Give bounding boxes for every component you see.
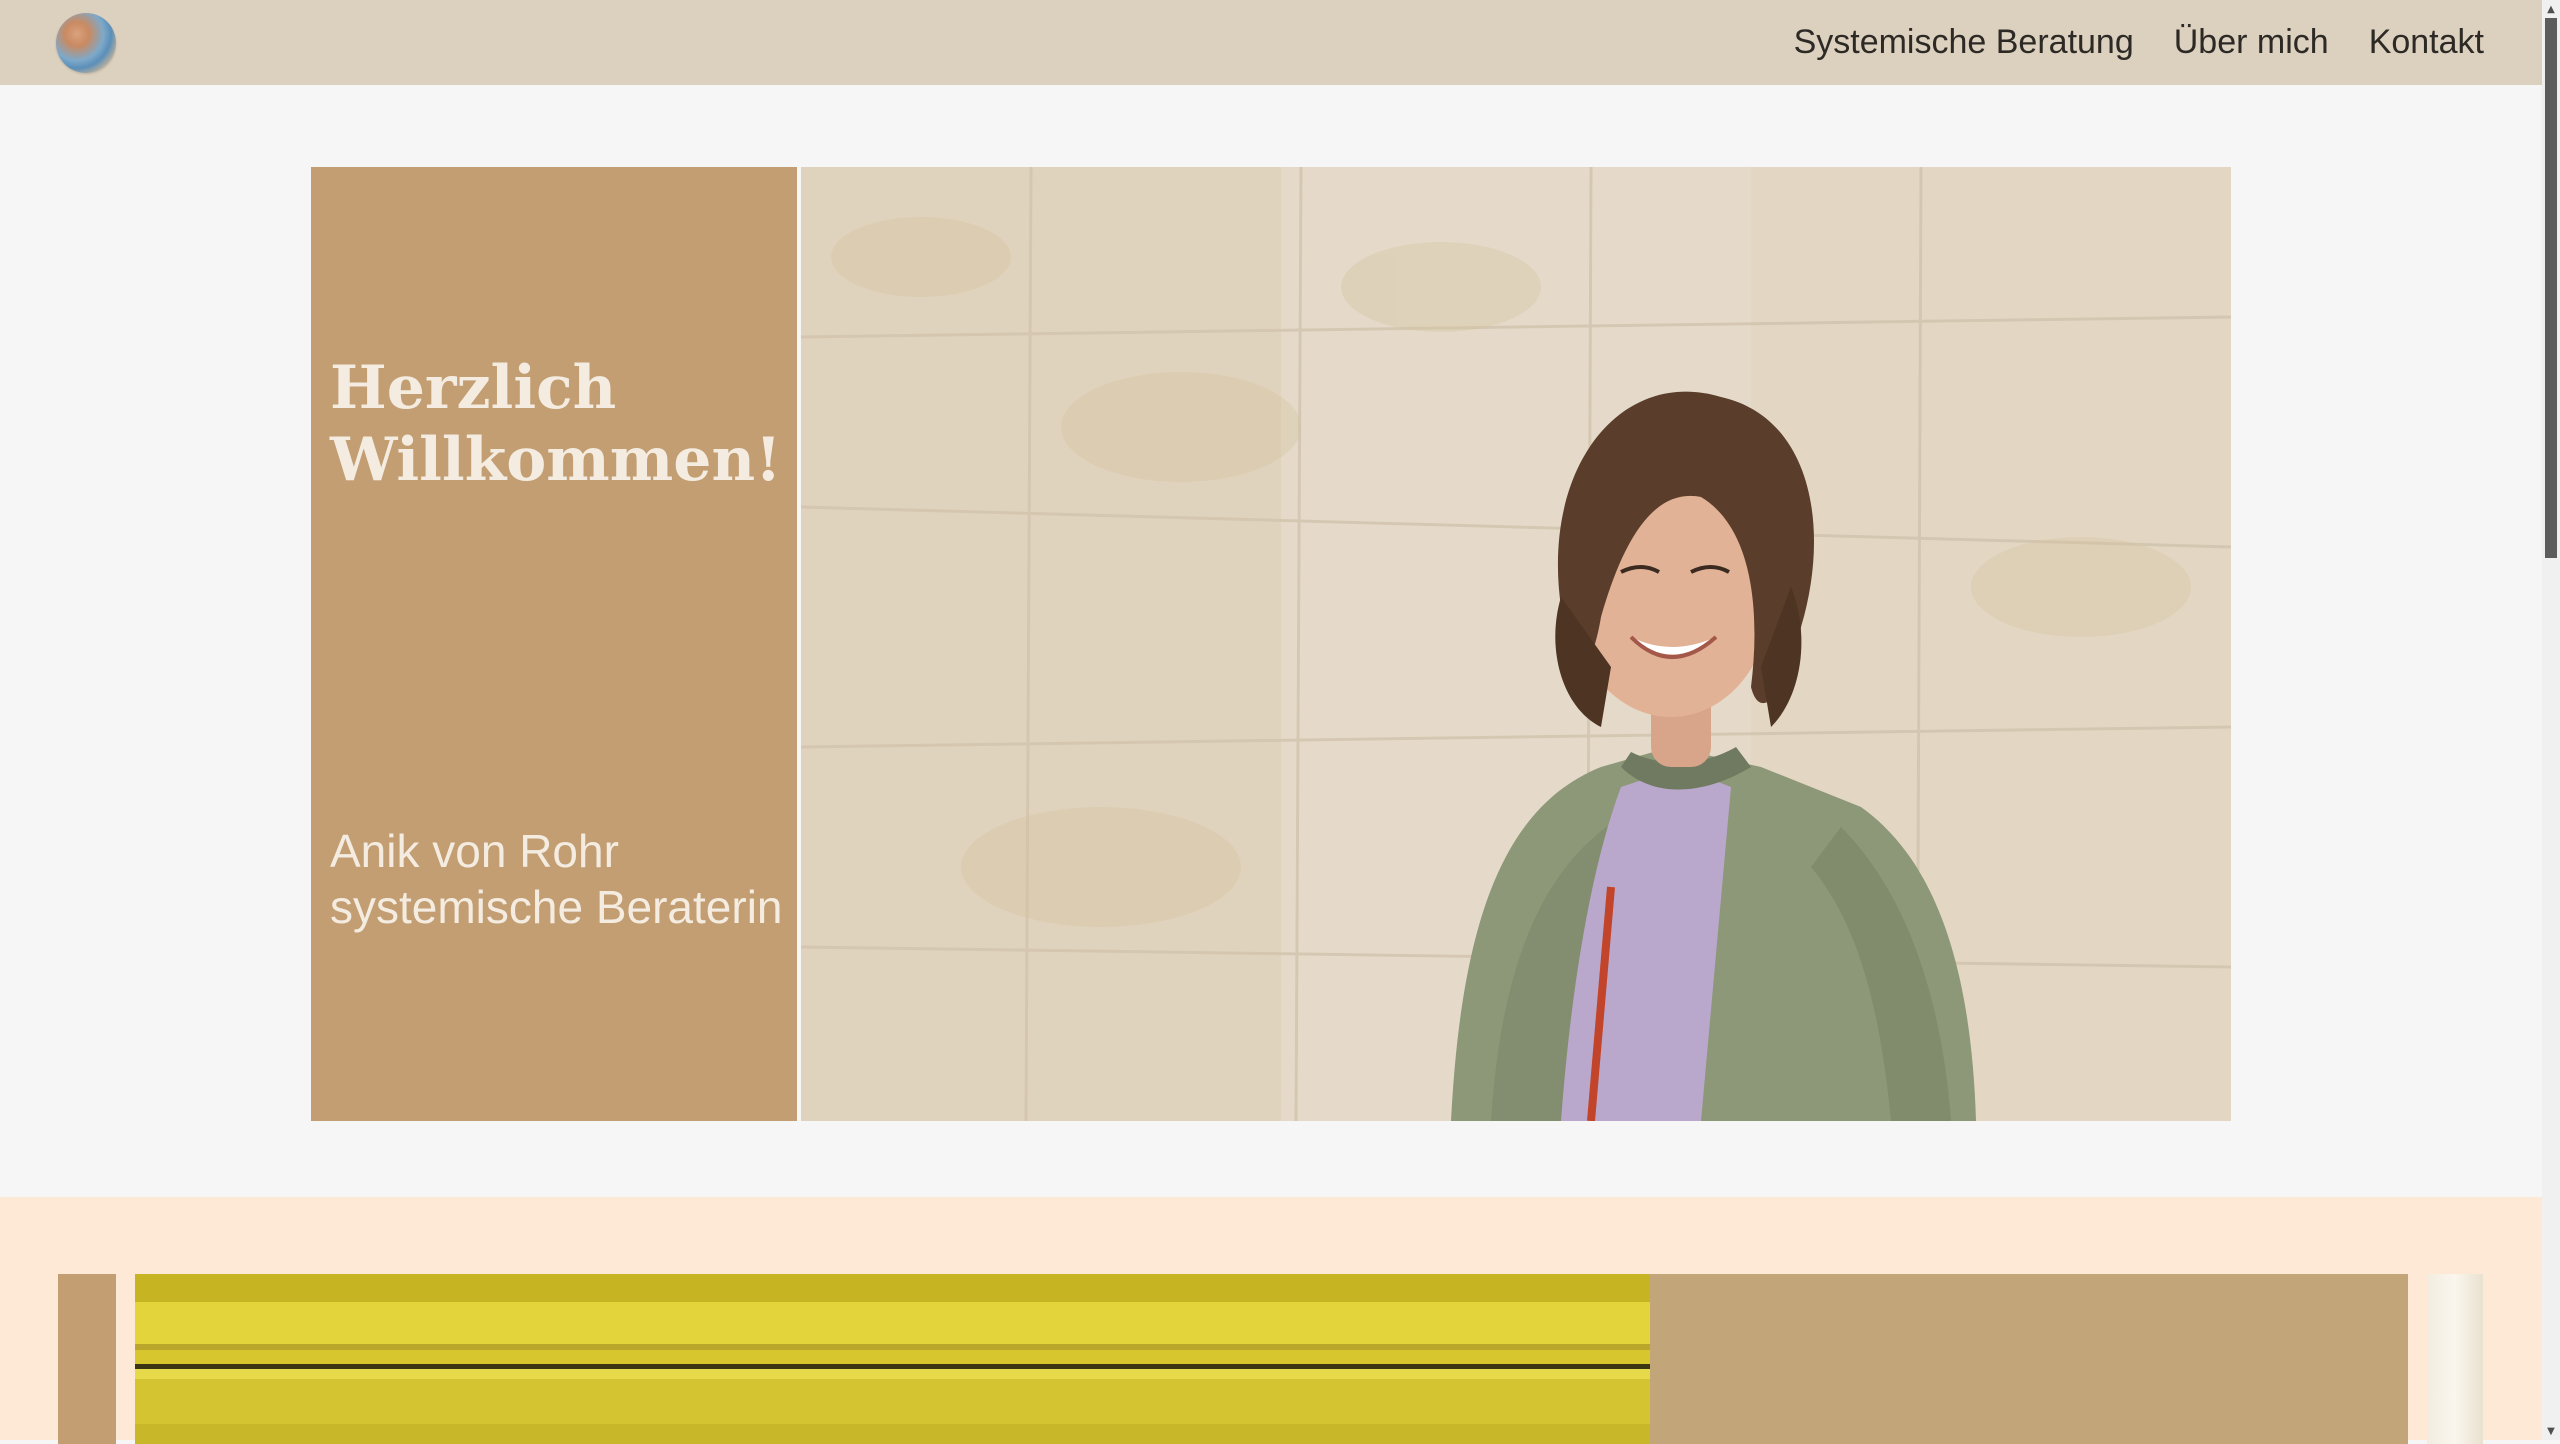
hero-subtitle-name: Anik von Rohr xyxy=(330,825,619,877)
slide-text-panel xyxy=(1650,1274,2408,1444)
scroll-up-arrow-icon[interactable]: ▲ xyxy=(2542,0,2560,18)
globe-logo-icon[interactable] xyxy=(56,13,116,73)
hero-title: Herzlich Willkommen! xyxy=(330,353,782,495)
nav-link-ueber-mich[interactable]: Über mich xyxy=(2174,23,2329,62)
portrait-photo-illustration xyxy=(801,167,2231,1121)
hero-subtitle: Anik von Rohr systemische Beraterin xyxy=(330,823,790,935)
hero-text-panel: Herzlich Willkommen! Anik von Rohr syste… xyxy=(311,167,797,1121)
scroll-down-arrow-icon[interactable]: ▼ xyxy=(2542,1422,2560,1440)
slide-right-edge[interactable] xyxy=(2427,1274,2483,1444)
portrait-photo xyxy=(801,167,2231,1121)
hero-subtitle-role: systemische Beraterin xyxy=(330,881,783,933)
yellow-wood-photo xyxy=(135,1274,1651,1444)
nav-link-systemische-beratung[interactable]: Systemische Beratung xyxy=(1794,23,2134,62)
scrollbar-thumb[interactable] xyxy=(2545,18,2557,558)
vertical-scrollbar[interactable]: ▲ ▼ xyxy=(2542,0,2560,1440)
second-section xyxy=(0,1197,2542,1444)
main-navigation: Systemische Beratung Über mich Kontakt xyxy=(1794,0,2484,85)
yellow-wood-illustration xyxy=(135,1274,1651,1444)
slide-left-edge[interactable] xyxy=(58,1274,116,1444)
nav-link-kontakt[interactable]: Kontakt xyxy=(2369,23,2484,62)
site-header: Systemische Beratung Über mich Kontakt xyxy=(0,0,2542,85)
